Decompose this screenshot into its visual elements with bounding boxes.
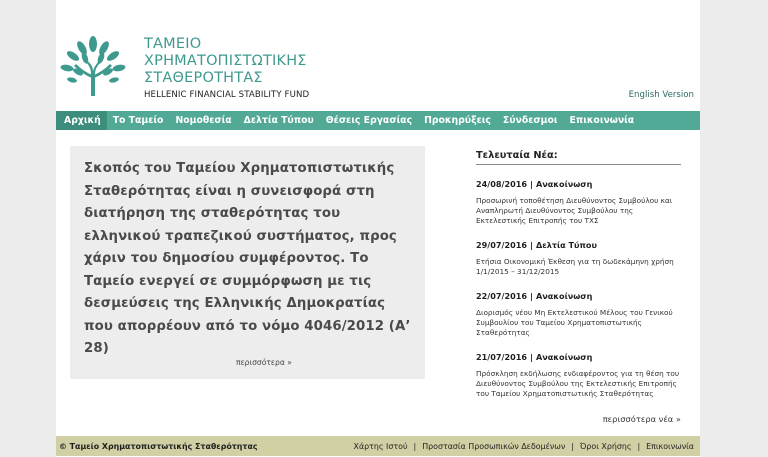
nav-item-links[interactable]: Σύνδεσμοι	[497, 111, 564, 130]
news-separator: |	[529, 352, 533, 362]
footer-link-privacy[interactable]: Προστασία Προσωπικών Δεδομένων	[422, 442, 565, 451]
news-category: Ανακοίνωση	[535, 291, 593, 301]
more-news-link[interactable]: περισσότερα νέα »	[603, 414, 681, 424]
news-item: 21/07/2016 | Ανακοίνωση Πρόσκληση εκδήλωση…	[476, 352, 681, 399]
nav-item-press-releases[interactable]: Δελτία Τύπου	[238, 111, 320, 130]
news-item-meta: 22/07/2016 | Ανακοίνωση	[476, 291, 681, 302]
nav-item-tenders[interactable]: Προκηρύξεις	[418, 111, 497, 130]
fund-name-line-1: ΤΑΜΕΙΟ	[144, 36, 202, 52]
news-link[interactable]: Ετήσια Οικονομική Έκθεση για τη δωδεκάμη…	[476, 257, 681, 277]
news-item: 29/07/2016 | Δελτία Τύπου Ετήσια Οικονομικ…	[476, 240, 681, 277]
nav-item-careers[interactable]: Θέσεις Εργασίας	[320, 111, 418, 130]
logo-text: ΤΑΜΕΙΟ ΧΡΗΜΑΤΟΠΙΣΤΩΤΙΚΗΣ ΣΤΑΘΕΡΟΤΗΤΑΣ HE…	[144, 36, 309, 101]
news-item-meta: 21/07/2016 | Ανακοίνωση	[476, 352, 681, 363]
footer-separator: |	[413, 441, 417, 451]
hfsf-logo-icon[interactable]	[58, 34, 128, 98]
footer: © Ταμείο Χρηματοπιστωτικής Σταθερότητας …	[56, 436, 700, 456]
copyright-text: © Ταμείο Χρηματοπιστωτικής Σταθερότητας	[59, 441, 258, 451]
footer-link-terms[interactable]: Όροι Χρήσης	[580, 442, 631, 451]
footer-link-sitemap[interactable]: Χάρτης Ιστού	[354, 442, 408, 451]
news-link[interactable]: Πρόσκληση εκδήλωσης ενδιαφέροντος για τη…	[476, 369, 681, 399]
mission-more-link[interactable]: περισσότερα »	[236, 358, 292, 367]
nav-item-the-fund[interactable]: Το Ταμείο	[107, 111, 170, 130]
nav-item-home[interactable]: Αρχική	[56, 111, 107, 130]
news-date: 22/07/2016	[476, 291, 527, 301]
footer-separator: |	[637, 441, 641, 451]
english-version-link[interactable]: English Version	[629, 90, 694, 100]
news-item: 22/07/2016 | Ανακοίνωση Διορισμός νέου Μη …	[476, 291, 681, 338]
news-date: 21/07/2016	[476, 352, 527, 362]
news-item-meta: 29/07/2016 | Δελτία Τύπου	[476, 240, 681, 251]
news-item-meta: 24/08/2016 | Ανακοίνωση	[476, 179, 681, 190]
nav-item-legislation[interactable]: Νομοθεσία	[169, 111, 237, 130]
page: ΤΑΜΕΙΟ ΧΡΗΜΑΤΟΠΙΣΤΩΤΙΚΗΣ ΣΤΑΘΕΡΟΤΗΤΑΣ HE…	[56, 0, 700, 457]
news-date: 29/07/2016	[476, 240, 527, 250]
mission-statement: Σκοπός του Ταμείου Χρηματοπιστωτικής Στα…	[84, 161, 411, 356]
news-date: 24/08/2016	[476, 179, 527, 189]
news-separator: |	[529, 291, 533, 301]
news-item: 24/08/2016 | Ανακοίνωση Προσωρινή τοποθέτη…	[476, 179, 681, 226]
nav-item-contact[interactable]: Επικοινωνία	[564, 111, 641, 130]
main-nav: Αρχική Το Ταμείο Νομοθεσία Δελτία Τύπου …	[56, 111, 700, 130]
latest-news: Τελευταία Νέα: 24/08/2016 | Ανακοίνωση Προ…	[476, 150, 681, 424]
news-heading: Τελευταία Νέα:	[476, 150, 681, 165]
fund-name-english: HELLENIC FINANCIAL STABILITY FUND	[144, 90, 310, 100]
footer-separator: |	[571, 441, 574, 451]
news-category: Ανακοίνωση	[535, 179, 593, 189]
fund-name-line-2: ΧΡΗΜΑΤΟΠΙΣΤΩΤΙΚΗΣ	[144, 53, 307, 69]
news-link[interactable]: Διορισμός νέου Μη Εκτελεστικού Μέλους το…	[476, 308, 681, 338]
news-category: Δελτία Τύπου	[535, 240, 597, 250]
news-category: Ανακοίνωση	[535, 352, 593, 362]
news-separator: |	[529, 240, 533, 250]
news-link[interactable]: Προσωρινή τοποθέτηση Διευθύνοντος Συμβού…	[476, 196, 681, 226]
mission-box: Σκοπός του Ταμείου Χρηματοπιστωτικής Στα…	[70, 146, 425, 379]
news-separator: |	[529, 179, 533, 189]
footer-link-contact[interactable]: Επικοινωνία	[646, 442, 694, 451]
footer-links: Χάρτης Ιστού | Προστασία Προσωπικών Δεδο…	[354, 442, 700, 451]
fund-name-line-3: ΣΤΑΘΕΡΟΤΗΤΑΣ	[144, 70, 263, 86]
